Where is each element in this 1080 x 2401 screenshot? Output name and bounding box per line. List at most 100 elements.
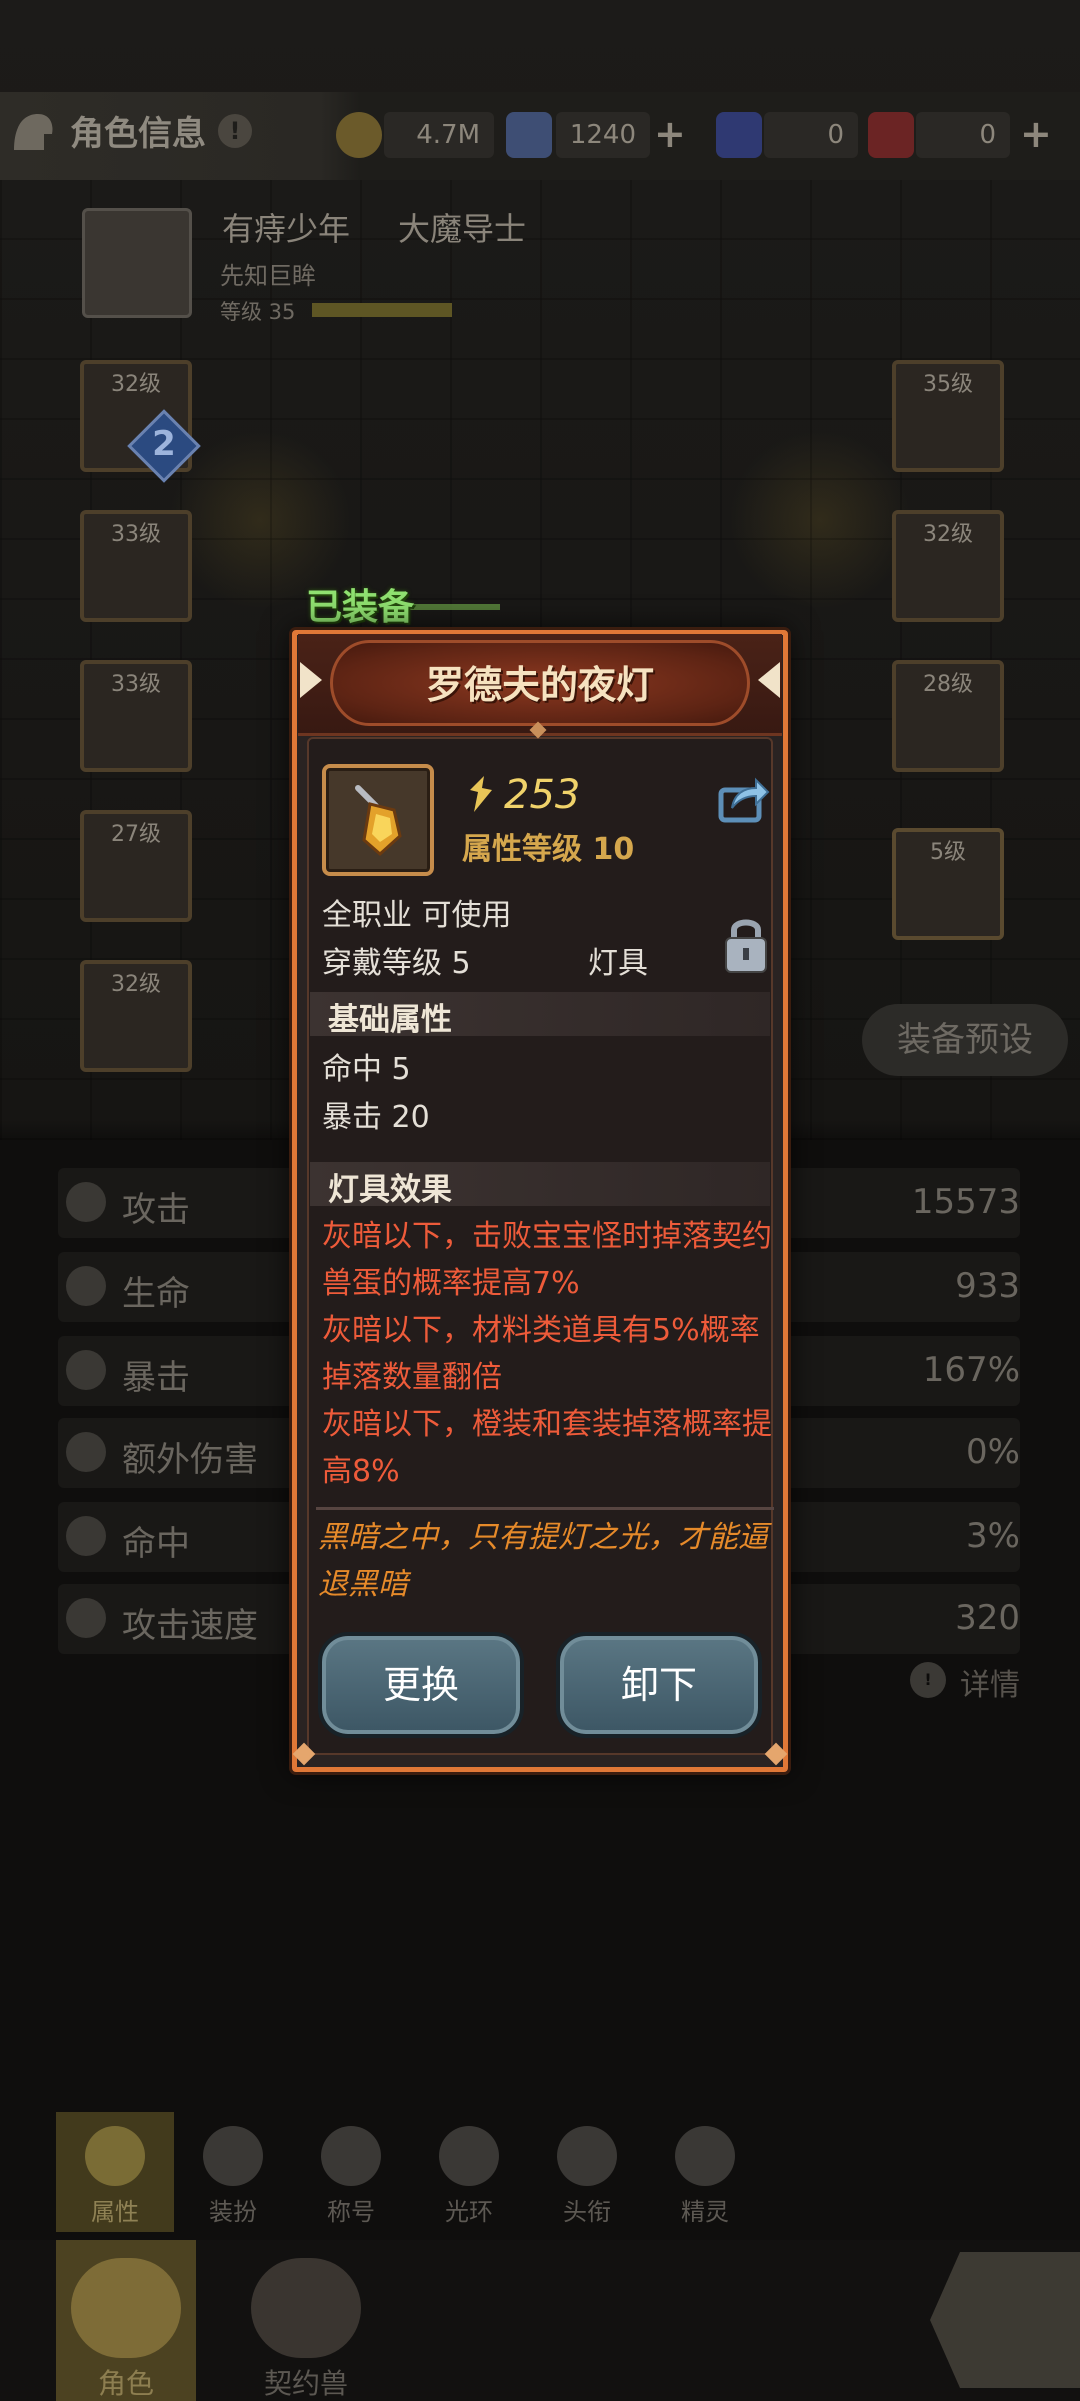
lamp-effect-1: 灰暗以下，击败宝宝怪时掉落契约兽蛋的概率提高7% bbox=[322, 1219, 772, 1301]
share-icon[interactable] bbox=[718, 776, 770, 824]
stat-value: 933 bbox=[955, 1266, 1020, 1306]
tab-label: 光环 bbox=[445, 2198, 493, 2226]
info-icon[interactable]: ! bbox=[910, 1662, 946, 1698]
nav-character[interactable]: 角色 bbox=[56, 2240, 196, 2401]
accuracy-icon bbox=[66, 1516, 106, 1556]
equipped-tag: 已装备 bbox=[306, 587, 415, 628]
crystal-add-icon[interactable]: + bbox=[654, 114, 686, 154]
blue-ticket-icon bbox=[716, 112, 762, 158]
crit-icon bbox=[66, 1350, 106, 1390]
stat-label: 暴击 bbox=[122, 1358, 190, 1398]
page-title-group: 角色信息 ! bbox=[8, 106, 252, 155]
crossed-swords-icon bbox=[675, 2126, 735, 2186]
halo-icon bbox=[439, 2126, 499, 2186]
tab-spirit[interactable]: 精灵 bbox=[646, 2112, 764, 2232]
paw-icon bbox=[251, 2258, 361, 2358]
lamp-effect-title: 灯具效果 bbox=[328, 1172, 452, 1208]
avatar[interactable] bbox=[82, 208, 192, 318]
character-name: 有痔少年 bbox=[222, 210, 351, 248]
base-attributes-title: 基础属性 bbox=[328, 1002, 452, 1038]
tab-label: 头衔 bbox=[563, 2198, 611, 2226]
item-name: 罗德夫的夜灯 bbox=[425, 663, 654, 707]
tab-label: 精灵 bbox=[681, 2198, 729, 2226]
person-icon bbox=[85, 2126, 145, 2186]
character-level: 等级 35 bbox=[220, 300, 296, 324]
character-head-icon bbox=[71, 2258, 181, 2358]
equip-slot-right-1[interactable]: 35级 bbox=[892, 360, 1004, 472]
tab-label: 属性 bbox=[91, 2198, 139, 2226]
slot-level: 32级 bbox=[923, 522, 973, 547]
stat-value: 0% bbox=[966, 1432, 1020, 1472]
power-icon bbox=[470, 776, 492, 812]
warning-icon[interactable]: ! bbox=[218, 113, 252, 148]
lamp-icon bbox=[355, 785, 402, 857]
wear-level: 穿戴等级 5 bbox=[322, 946, 471, 981]
skull-icon bbox=[557, 2126, 617, 2186]
crystal-icon bbox=[506, 112, 552, 158]
tab-label: 装扮 bbox=[209, 2198, 257, 2226]
crown-icon bbox=[321, 2126, 381, 2186]
equip-slot-left-2[interactable]: 33级 bbox=[80, 510, 192, 622]
replace-button[interactable]: 更换 bbox=[318, 1632, 524, 1738]
red-ticket-icon bbox=[868, 112, 914, 158]
slot-level: 35级 bbox=[923, 372, 973, 397]
equipment-preset-button[interactable]: 装备预设 bbox=[862, 1004, 1068, 1076]
equip-slot-left-4[interactable]: 27级 bbox=[80, 810, 192, 922]
character-icon bbox=[14, 113, 53, 150]
item-power: 253 bbox=[504, 772, 581, 818]
lock-icon[interactable] bbox=[724, 914, 768, 974]
item-type: 灯具 bbox=[588, 946, 648, 981]
tab-rank[interactable]: 头衔 bbox=[528, 2112, 646, 2232]
page-title: 角色信息 bbox=[70, 114, 206, 154]
stat-value: 320 bbox=[955, 1598, 1020, 1638]
level-progress-bar bbox=[312, 303, 452, 317]
slot-level: 33级 bbox=[111, 672, 161, 697]
red-ticket-add-icon[interactable]: + bbox=[1020, 114, 1052, 154]
slot-level: 32级 bbox=[111, 972, 161, 997]
lamp-effect-3: 灰暗以下，橙装和套装掉落概率提高8% bbox=[322, 1407, 772, 1489]
equip-slot-left-3[interactable]: 33级 bbox=[80, 660, 192, 772]
unequip-button[interactable]: 卸下 bbox=[556, 1632, 762, 1738]
attribute-level: 属性等级 10 bbox=[462, 832, 635, 867]
slot-level: 33级 bbox=[111, 522, 161, 547]
nav-pet[interactable]: 契约兽 bbox=[236, 2240, 376, 2401]
red-ticket-value: 0 bbox=[916, 112, 1010, 158]
tab-label: 称号 bbox=[327, 2198, 375, 2226]
tab-title[interactable]: 称号 bbox=[292, 2112, 410, 2232]
nav-label: 契约兽 bbox=[263, 2367, 348, 2400]
tab-attributes[interactable]: 属性 bbox=[56, 2112, 174, 2232]
equipped-glow bbox=[400, 604, 500, 610]
share-arrow-icon[interactable] bbox=[930, 2252, 1080, 2388]
equip-slot-left-5[interactable]: 32级 bbox=[80, 960, 192, 1072]
slot-level: 27级 bbox=[111, 822, 161, 847]
usable-by: 全职业 可使用 bbox=[322, 898, 512, 933]
tab-aura[interactable]: 光环 bbox=[410, 2112, 528, 2232]
attack-speed-icon bbox=[66, 1598, 106, 1638]
stat-label: 生命 bbox=[122, 1274, 190, 1314]
base-attr-accuracy: 命中 5 bbox=[322, 1052, 411, 1087]
character-class: 大魔导士 bbox=[398, 210, 527, 248]
tab-outfit[interactable]: 装扮 bbox=[174, 2112, 292, 2232]
attack-icon bbox=[66, 1182, 106, 1222]
stat-value: 15573 bbox=[911, 1182, 1020, 1222]
base-attr-crit: 暴击 20 bbox=[322, 1100, 430, 1135]
nav-label: 角色 bbox=[97, 2367, 154, 2400]
details-link[interactable]: 详情 bbox=[960, 1660, 1020, 1704]
equip-slot-lamp[interactable]: 5级 bbox=[892, 828, 1004, 940]
equip-slot-right-3[interactable]: 28级 bbox=[892, 660, 1004, 772]
stat-label: 额外伤害 bbox=[122, 1440, 258, 1480]
crystal-value: 1240 bbox=[556, 112, 650, 158]
stat-label: 攻击 bbox=[122, 1190, 190, 1230]
extra-damage-icon bbox=[66, 1432, 106, 1472]
character-subtitle: 先知巨眸 bbox=[220, 262, 316, 290]
blue-ticket-value: 0 bbox=[764, 112, 858, 158]
health-icon bbox=[66, 1266, 106, 1306]
hanger-icon bbox=[203, 2126, 263, 2186]
flavor-text: 黑暗之中，只有提灯之光，才能逼退黑暗 bbox=[318, 1520, 768, 1602]
equip-slot-right-2[interactable]: 32级 bbox=[892, 510, 1004, 622]
stat-value: 3% bbox=[966, 1516, 1020, 1556]
divider bbox=[316, 1507, 774, 1510]
gold-icon bbox=[336, 112, 382, 158]
gold-value: 4.7M bbox=[384, 112, 494, 158]
slot-level: 5级 bbox=[930, 840, 966, 865]
